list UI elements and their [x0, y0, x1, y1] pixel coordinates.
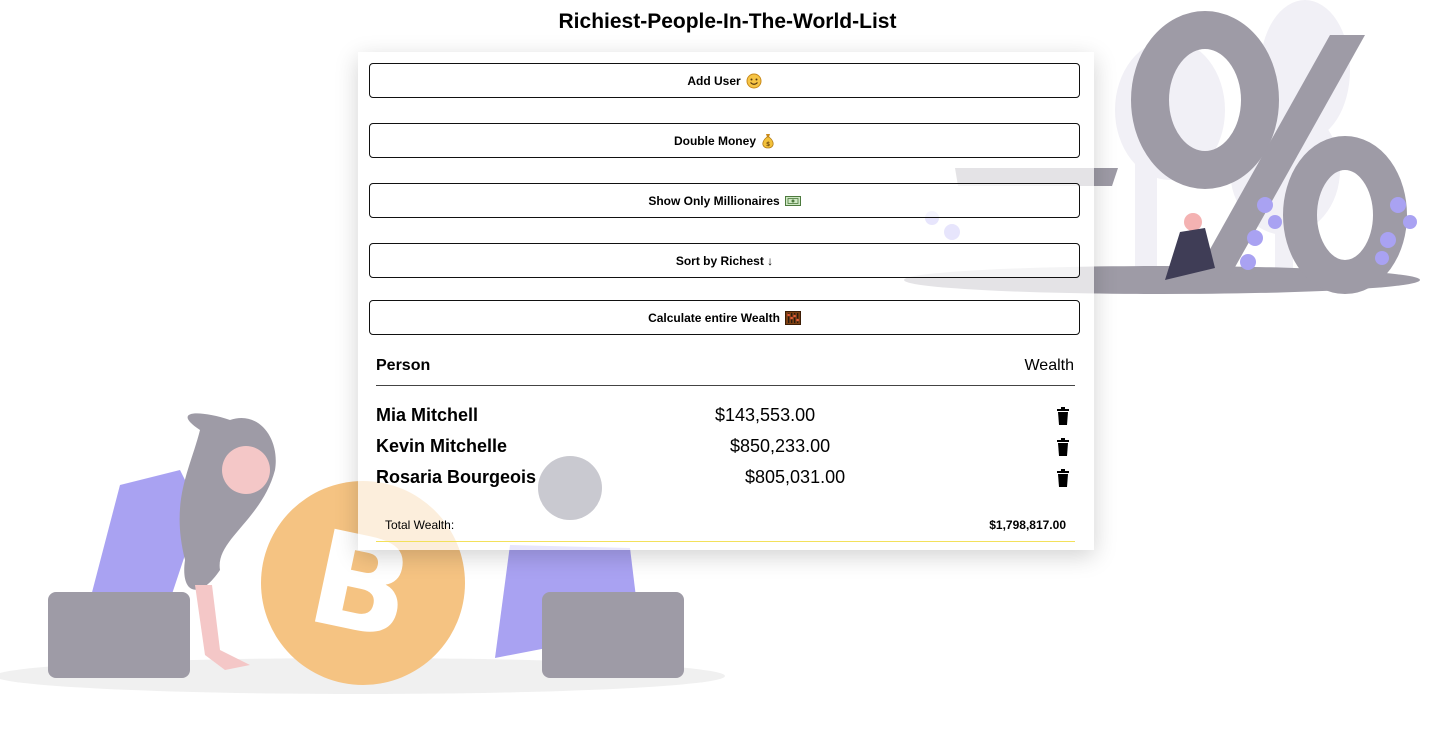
table-row: Mia Mitchell $143,553.00	[358, 405, 1094, 433]
sort-by-richest-label: Sort by Richest ↓	[675, 253, 774, 268]
double-money-label: Double Money	[673, 133, 756, 148]
person-name: Rosaria Bourgeois	[376, 467, 537, 487]
banknote-icon	[784, 195, 801, 207]
calculate-wealth-button[interactable]: Calculate entire Wealth	[369, 300, 1080, 335]
table-row: Rosaria Bourgeois $805,031.00	[358, 467, 1094, 495]
abacus-icon	[784, 310, 801, 325]
table-row: Kevin Mitchelle $850,233.00	[358, 436, 1094, 464]
page-title: Richiest-People-In-The-World-List	[558, 10, 897, 33]
svg-text:$: $	[766, 141, 770, 148]
person-wealth: $805,031.00	[745, 467, 846, 487]
trash-icon[interactable]	[1056, 469, 1072, 489]
trash-icon[interactable]	[1056, 407, 1072, 427]
person-column-header: Person	[376, 357, 431, 374]
total-underline	[376, 541, 1075, 542]
wealth-column-header: Wealth	[1024, 357, 1074, 374]
add-user-button[interactable]: Add User	[369, 63, 1080, 98]
person-name: Kevin Mitchelle	[376, 436, 508, 456]
smiley-face-icon	[746, 73, 762, 89]
calculate-wealth-label: Calculate entire Wealth	[648, 310, 780, 325]
person-wealth: $850,233.00	[730, 436, 831, 456]
person-wealth: $143,553.00	[715, 405, 816, 425]
total-wealth-value: $1,798,817.00	[989, 518, 1066, 532]
double-money-button[interactable]: Double Money $	[369, 123, 1080, 158]
sort-by-richest-button[interactable]: Sort by Richest ↓	[369, 243, 1080, 278]
total-wealth-label: Total Wealth:	[385, 518, 455, 532]
money-bag-icon: $	[761, 133, 775, 149]
show-millionaires-label: Show Only Millionaires	[648, 193, 780, 208]
wealth-list-card: Add User Double Money $ Show Only Millio…	[358, 52, 1094, 550]
header-divider	[376, 385, 1075, 386]
trash-icon[interactable]	[1056, 438, 1072, 458]
person-name: Mia Mitchell	[376, 405, 479, 425]
show-millionaires-button[interactable]: Show Only Millionaires	[369, 183, 1080, 218]
add-user-label: Add User	[687, 73, 741, 88]
